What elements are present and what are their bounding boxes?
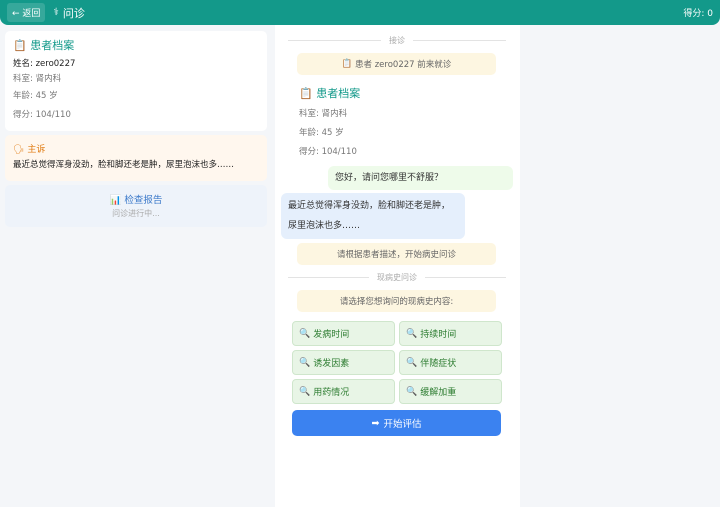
- patient-profile-card: 📋 患者档案 姓名: zero0227 科室: 肾内科 年龄: 45 岁 得分:…: [5, 31, 267, 131]
- arrow-right-icon: ➡: [371, 417, 380, 429]
- clipboard-icon: 📋: [341, 59, 353, 69]
- hint-notice: 请根据患者描述，开始病史问诊: [297, 243, 496, 265]
- chat-panel: 接诊 📋 患者 zero0227 前来就诊 📋 患者档案 科室: 肾内科 年龄:…: [275, 25, 520, 507]
- patient-name: 姓名: zero0227: [13, 59, 76, 69]
- arrival-notice: 📋 患者 zero0227 前来就诊: [297, 53, 496, 75]
- speaking-head-icon: 🗣: [13, 145, 25, 155]
- profile-age: 年龄: 45 岁: [299, 128, 344, 138]
- option-duration[interactable]: 🔍 持续时间: [399, 321, 502, 346]
- option-medication[interactable]: 🔍 用药情况: [292, 379, 395, 404]
- search-icon: 🔍: [299, 357, 311, 368]
- section-divider: 接诊: [288, 35, 506, 45]
- chat-profile-card: 📋 患者档案 科室: 肾内科 年龄: 45 岁 得分: 104/110: [299, 85, 360, 162]
- score-display: 得分: 0: [683, 9, 713, 19]
- top-bar: ← 返回 ⚕ 问诊 得分: 0: [0, 0, 720, 25]
- profile-dept: 科室: 肾内科: [299, 109, 348, 119]
- patient-age: 年龄: 45 岁: [13, 91, 58, 101]
- search-icon: 🔍: [406, 386, 418, 397]
- profile-score: 得分: 104/110: [299, 147, 357, 157]
- section-divider: 现病史问诊: [288, 272, 506, 282]
- patient-message: 最近总觉得浑身没劲，脸和脚还老是肿，尿里泡沫也多……: [281, 193, 465, 239]
- left-panel: 📋 患者档案 姓名: zero0227 科室: 肾内科 年龄: 45 岁 得分:…: [0, 25, 273, 507]
- complaint-text: 最近总觉得浑身没劲，脸和脚还老是肿，尿里泡沫也多……: [13, 160, 235, 170]
- search-icon: 🔍: [406, 357, 418, 368]
- back-button[interactable]: ← 返回: [7, 3, 46, 22]
- search-icon: 🔍: [299, 328, 311, 339]
- question-options: 🔍 发病时间 🔍 持续时间 🔍 诱发因素 🔍 伴随症状 🔍 用药情况 🔍 缓解加重: [292, 321, 502, 404]
- patient-dept: 科室: 肾内科: [13, 74, 62, 84]
- start-evaluation-button[interactable]: ➡ 开始评估: [292, 410, 501, 436]
- search-icon: 🔍: [299, 386, 311, 397]
- page-title: ⚕ 问诊: [53, 6, 85, 20]
- search-icon: 🔍: [406, 328, 418, 339]
- option-symptoms[interactable]: 🔍 伴随症状: [399, 350, 502, 375]
- doctor-message: 您好，请问您哪里不舒服？: [328, 166, 513, 190]
- clipboard-icon: 📋: [13, 39, 27, 52]
- prompt-notice: 请选择您想询问的现病史内容:: [297, 290, 496, 312]
- option-onset-time[interactable]: 🔍 发病时间: [292, 321, 395, 346]
- stethoscope-icon: ⚕: [53, 7, 59, 18]
- report-status: 问诊进行中...: [112, 209, 160, 218]
- option-triggers[interactable]: 🔍 诱发因素: [292, 350, 395, 375]
- chart-icon: 📊: [109, 195, 122, 206]
- clipboard-icon: 📋: [299, 87, 313, 100]
- profile-title: 患者档案: [30, 39, 75, 52]
- option-relief[interactable]: 🔍 缓解加重: [399, 379, 502, 404]
- report-card[interactable]: 📊 检查报告 问诊进行中...: [5, 185, 267, 227]
- complaint-card: 🗣 主诉 最近总觉得浑身没劲，脸和脚还老是肿，尿里泡沫也多……: [5, 135, 267, 181]
- patient-score: 得分: 104/110: [13, 110, 71, 120]
- right-panel: [520, 25, 720, 507]
